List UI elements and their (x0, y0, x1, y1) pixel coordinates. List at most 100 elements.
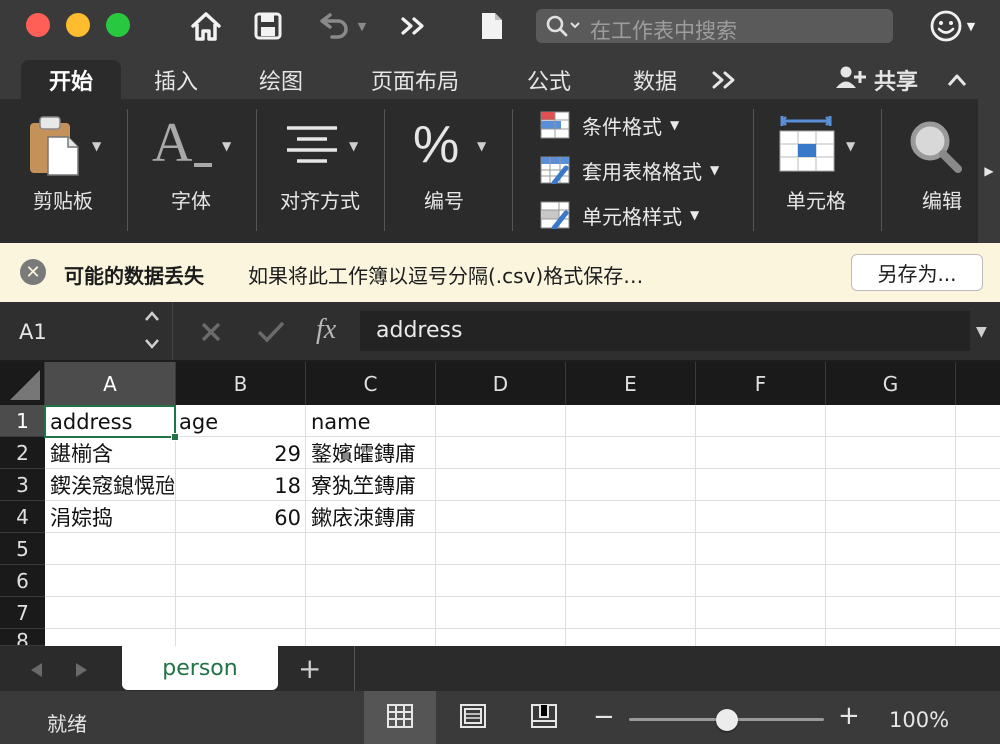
column-header-a[interactable]: A (45, 362, 176, 405)
ribbon: ▼ 剪贴板 A ▼ 字体 ▼ 对齐方式 % ▼ 编号 条件格式 ▼ 套用表格格式… (0, 99, 1000, 243)
document-icon[interactable] (478, 8, 506, 44)
search-field[interactable]: 在工作表中搜索 (536, 9, 893, 43)
row-header-5[interactable]: 5 (0, 533, 45, 565)
collapse-ribbon-icon[interactable] (942, 60, 972, 99)
format-as-table-label: 套用表格格式 (582, 159, 702, 184)
cell-b4[interactable]: 60 (178, 502, 301, 534)
home-icon[interactable] (188, 8, 224, 44)
prev-sheet-icon[interactable] (28, 661, 44, 683)
column-header-h[interactable] (956, 362, 1000, 405)
page-layout-view-button[interactable] (437, 691, 509, 744)
name-box[interactable]: A1 (0, 302, 172, 360)
insert-function-icon[interactable]: fx (316, 314, 336, 346)
number-group[interactable]: % ▼ 编号 (385, 99, 511, 243)
format-as-table-dropdown-icon: ▼ (710, 163, 720, 177)
save-icon[interactable] (250, 8, 286, 44)
undo-icon[interactable]: ▼ (312, 8, 372, 44)
row-header-3[interactable]: 3 (0, 469, 45, 501)
column-header-c[interactable]: C (306, 362, 436, 405)
undo-dropdown-icon[interactable]: ▼ (358, 20, 366, 33)
cell-b3[interactable]: 18 (178, 470, 301, 502)
conditional-formatting-button[interactable]: 条件格式 ▼ (540, 107, 679, 143)
font-group[interactable]: A ▼ 字体 (128, 99, 256, 243)
zoom-slider-thumb[interactable] (715, 709, 738, 731)
grid-line (695, 405, 696, 646)
minimize-window-button[interactable] (66, 13, 90, 37)
alignment-group[interactable]: ▼ 对齐方式 (257, 99, 383, 243)
name-box-value: A1 (19, 320, 47, 344)
cell-styles-button[interactable]: 单元格样式 ▼ (540, 197, 699, 233)
more-icon[interactable] (396, 8, 430, 44)
row-header-4[interactable]: 4 (0, 501, 45, 533)
expand-formula-icon[interactable]: ▼ (976, 324, 987, 340)
cell-a2[interactable]: 鍖椾含 (50, 438, 174, 470)
cell-c1[interactable]: name (311, 406, 433, 438)
alignment-dropdown-icon[interactable]: ▼ (349, 139, 358, 153)
sheet-tab-person[interactable]: person (122, 646, 278, 690)
cell-c3[interactable]: 寮犱笁鏄庯 (311, 470, 433, 502)
tab-home[interactable]: 开始 (21, 60, 121, 99)
editing-group[interactable]: 编辑 (882, 99, 982, 243)
column-header-e[interactable]: E (566, 362, 696, 405)
tab-page-layout[interactable]: 页面布局 (350, 60, 480, 99)
clipboard-group[interactable]: ▼ 剪贴板 (0, 99, 126, 243)
column-header-b[interactable]: B (176, 362, 306, 405)
share-button[interactable]: 共享 (826, 60, 926, 99)
zoom-window-button[interactable] (106, 13, 130, 37)
more-tabs-icon[interactable] (706, 60, 742, 99)
save-as-button[interactable]: 另存为... (851, 254, 983, 291)
select-all-button[interactable] (0, 362, 45, 405)
fill-handle[interactable] (171, 433, 179, 441)
cell-c2[interactable]: 鐜嬪皬鏄庯 (311, 438, 433, 470)
add-sheet-button[interactable]: + (298, 652, 321, 685)
zoom-slider[interactable] (629, 709, 824, 731)
format-as-table-button[interactable]: 套用表格格式 ▼ (540, 152, 719, 188)
row-header-2[interactable]: 2 (0, 437, 45, 469)
cell-c4[interactable]: 鏉庡洓鏄庯 (311, 502, 433, 534)
zoom-percentage[interactable]: 100% (889, 708, 949, 732)
cell-b2[interactable]: 29 (178, 438, 301, 470)
tab-draw[interactable]: 绘图 (240, 60, 322, 99)
clipboard-dropdown-icon[interactable]: ▼ (92, 139, 101, 153)
tab-formulas[interactable]: 公式 (508, 60, 590, 99)
normal-view-icon (387, 703, 413, 732)
number-dropdown-icon[interactable]: ▼ (477, 139, 486, 153)
tab-data[interactable]: 数据 (614, 60, 696, 99)
next-sheet-icon[interactable] (74, 661, 90, 683)
search-placeholder: 在工作表中搜索 (590, 19, 737, 43)
close-window-button[interactable] (26, 13, 50, 37)
cell-a4[interactable]: 涓婃捣 (50, 502, 174, 534)
column-header-d[interactable]: D (436, 362, 566, 405)
worksheet-grid[interactable]: A B C D E F G 1 2 3 4 5 6 7 8 address ag… (0, 362, 1000, 646)
cancel-icon[interactable] (200, 321, 222, 347)
zoom-in-button[interactable]: + (838, 701, 860, 731)
font-dropdown-icon[interactable]: ▼ (222, 139, 231, 153)
cells-dropdown-icon[interactable]: ▼ (846, 139, 855, 153)
cell-a3[interactable]: 鍥涘窛鎴愰兘 (50, 470, 174, 502)
page-layout-view-icon (460, 703, 486, 732)
magnifier-icon (908, 119, 964, 179)
confirm-icon[interactable] (256, 320, 286, 348)
column-header-f[interactable]: F (696, 362, 826, 405)
row-header-7[interactable]: 7 (0, 597, 45, 629)
page-break-view-button[interactable] (508, 691, 580, 744)
smiley-icon[interactable]: ▼ (924, 8, 980, 44)
cells-group[interactable]: ▼ 单元格 (754, 99, 880, 243)
grid-line (175, 405, 176, 646)
name-box-stepper-icon[interactable] (143, 310, 161, 354)
zoom-out-button[interactable]: − (593, 702, 615, 732)
column-header-g[interactable]: G (826, 362, 956, 405)
tab-insert[interactable]: 插入 (135, 60, 217, 99)
dismiss-warning-icon[interactable]: ✕ (20, 259, 46, 285)
add-person-icon (834, 65, 868, 95)
row-header-1[interactable]: 1 (0, 405, 45, 437)
row-header-8[interactable]: 8 (0, 629, 45, 646)
formula-input[interactable]: address (360, 311, 970, 351)
ribbon-tabs: 开始 插入 绘图 页面布局 公式 数据 共享 (0, 52, 1000, 99)
search-icon (546, 15, 582, 41)
normal-view-button[interactable] (364, 691, 436, 744)
feedback-dropdown-icon[interactable]: ▼ (967, 20, 975, 33)
cell-b1[interactable]: age (179, 406, 303, 438)
ribbon-scroll-right-icon[interactable]: ▶ (978, 99, 1000, 243)
row-header-6[interactable]: 6 (0, 565, 45, 597)
